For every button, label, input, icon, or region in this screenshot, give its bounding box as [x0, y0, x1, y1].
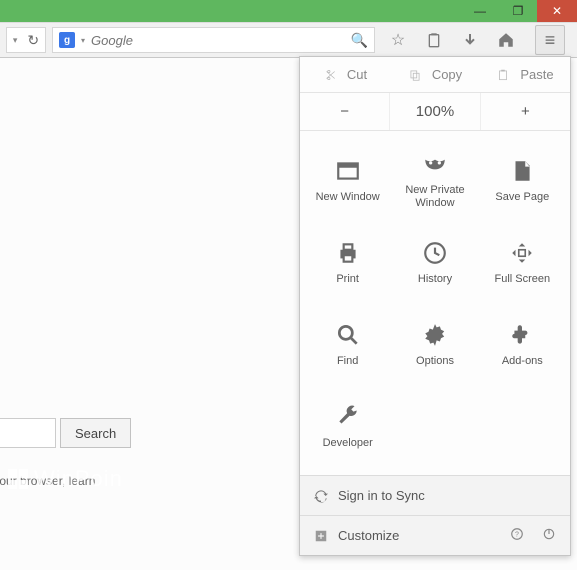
cut-label: Cut — [347, 67, 367, 82]
zoom-out-button[interactable]: − — [300, 93, 390, 130]
sync-label: Sign in to Sync — [338, 488, 425, 503]
copy-label: Copy — [432, 67, 462, 82]
zoom-level[interactable]: 100% — [390, 93, 480, 130]
search-engine-icon[interactable]: g — [59, 32, 75, 48]
paste-button[interactable]: Paste — [480, 67, 570, 82]
customize-button[interactable]: Customize — [314, 528, 399, 543]
find-button[interactable]: Find — [304, 303, 391, 385]
zoom-in-button[interactable]: + — [481, 93, 570, 130]
customize-label: Customize — [338, 528, 399, 543]
page-search-button[interactable]: Search — [60, 418, 131, 448]
print-button[interactable]: Print — [304, 221, 391, 303]
mask-icon — [421, 150, 449, 178]
save-page-label: Save Page — [495, 191, 549, 204]
developer-label: Developer — [323, 437, 373, 450]
menu-grid: New Window New Private Window Save Page … — [300, 131, 570, 475]
minimize-button[interactable]: — — [461, 0, 499, 22]
watermark: WinPoin — [8, 466, 123, 492]
quit-button[interactable] — [542, 527, 556, 544]
history-label: History — [418, 273, 452, 286]
paste-label: Paste — [520, 67, 553, 82]
new-window-label: New Window — [316, 191, 380, 204]
window-icon — [334, 157, 362, 185]
new-private-window-button[interactable]: New Private Window — [391, 139, 478, 221]
addons-label: Add-ons — [502, 355, 543, 368]
urlbar-end[interactable]: ▾ ↻ — [6, 27, 46, 53]
close-button[interactable]: ✕ — [537, 0, 577, 22]
zoom-row: − 100% + — [300, 93, 570, 131]
print-label: Print — [336, 273, 359, 286]
new-window-button[interactable]: New Window — [304, 139, 391, 221]
copy-button[interactable]: Copy — [390, 67, 480, 82]
search-go-icon[interactable]: 🔍 — [351, 32, 368, 49]
fullscreen-icon — [508, 239, 536, 267]
gear-icon — [421, 321, 449, 349]
sign-in-sync-button[interactable]: Sign in to Sync — [300, 475, 570, 515]
history-button[interactable]: History — [391, 221, 478, 303]
magnifier-icon — [334, 321, 362, 349]
fullscreen-button[interactable]: Full Screen — [479, 221, 566, 303]
bookmark-star-icon[interactable]: ☆ — [387, 29, 409, 51]
edit-row: Cut Copy Paste — [300, 57, 570, 93]
reload-icon[interactable]: ↻ — [27, 32, 39, 49]
bookmarks-list-icon[interactable] — [423, 29, 445, 51]
plus-box-icon — [314, 529, 328, 543]
page-search-input[interactable] — [0, 418, 56, 448]
menu-empty-slot — [479, 385, 566, 467]
home-icon[interactable] — [495, 29, 517, 51]
sync-icon — [314, 489, 328, 503]
menu-button[interactable]: ≡ — [535, 25, 565, 55]
clock-icon — [421, 239, 449, 267]
fullscreen-label: Full Screen — [495, 273, 551, 286]
urlbar-dropdown-icon: ▾ — [13, 35, 18, 46]
page-search-form: Search — [0, 418, 131, 448]
maximize-button[interactable]: ❐ — [499, 0, 537, 22]
find-label: Find — [337, 355, 358, 368]
page-icon — [508, 157, 536, 185]
watermark-text: WinPoin — [34, 466, 123, 492]
search-box[interactable]: g ▾ 🔍 — [52, 27, 375, 53]
cut-button[interactable]: Cut — [300, 67, 390, 82]
new-private-window-label: New Private Window — [405, 184, 464, 209]
options-label: Options — [416, 355, 454, 368]
toolbar-actions: ☆ ≡ — [381, 25, 571, 55]
menu-empty-slot — [391, 385, 478, 467]
search-input[interactable] — [91, 33, 345, 48]
browser-toolbar: ▾ ↻ g ▾ 🔍 ☆ ≡ — [0, 22, 577, 58]
watermark-logo-icon — [8, 469, 28, 489]
puzzle-icon — [508, 321, 536, 349]
customize-row: Customize ? — [300, 515, 570, 555]
help-button[interactable]: ? — [510, 527, 524, 544]
window-titlebar: — ❐ ✕ — [0, 0, 577, 22]
svg-text:?: ? — [515, 531, 519, 538]
save-page-button[interactable]: Save Page — [479, 139, 566, 221]
search-engine-dropdown-icon[interactable]: ▾ — [81, 36, 85, 45]
downloads-icon[interactable] — [459, 29, 481, 51]
wrench-icon — [334, 403, 362, 431]
printer-icon — [334, 239, 362, 267]
options-button[interactable]: Options — [391, 303, 478, 385]
hamburger-menu-panel: Cut Copy Paste − 100% + New Window New P… — [299, 56, 571, 556]
addons-button[interactable]: Add-ons — [479, 303, 566, 385]
developer-button[interactable]: Developer — [304, 385, 391, 467]
